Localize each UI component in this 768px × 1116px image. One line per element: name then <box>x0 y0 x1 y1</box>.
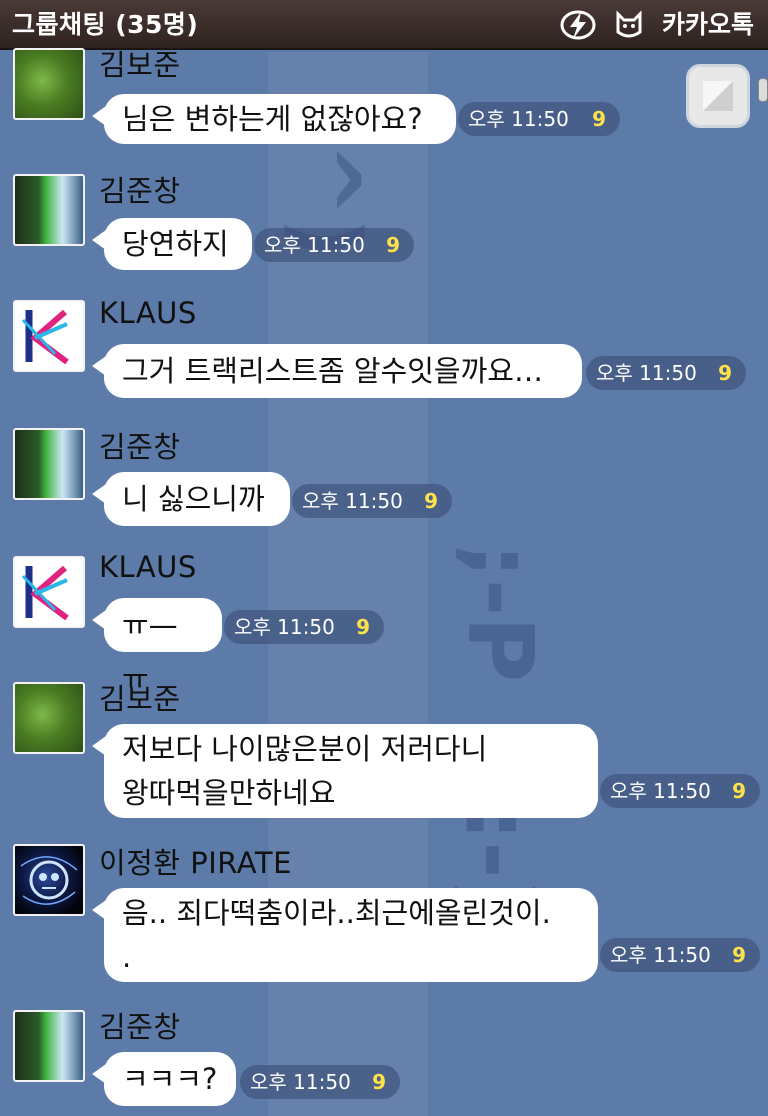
avatar[interactable] <box>13 428 85 500</box>
avatar[interactable] <box>13 174 85 246</box>
message-meta: 오후 11:50 9 <box>600 938 760 972</box>
message-time: 오후 11:50 <box>610 779 711 803</box>
avatar[interactable] <box>13 300 85 372</box>
message-meta: 오후 11:50 9 <box>586 356 746 390</box>
message-time: 오후 11:50 <box>610 943 711 967</box>
avatar[interactable] <box>13 682 85 754</box>
avatar[interactable] <box>13 48 85 120</box>
message-time: 오후 11:50 <box>302 489 403 513</box>
unread-count: 9 <box>424 489 438 513</box>
message-time: 오후 11:50 <box>468 107 569 131</box>
unread-count: 9 <box>372 1070 386 1094</box>
message-meta: 오후 11:50 9 <box>240 1065 400 1099</box>
message-bubble[interactable]: 음.. 죄다떡춤이라..최근에올린것이. . <box>92 888 598 982</box>
image-thumbnail-icon[interactable] <box>686 64 750 128</box>
message-meta: 오후 11:50 9 <box>292 484 452 518</box>
k-logo-icon <box>21 565 69 621</box>
unread-count: 9 <box>386 233 400 257</box>
sender-name: 김보준 <box>99 48 181 82</box>
message-time: 오후 11:50 <box>596 361 697 385</box>
app-name: 카카오톡 <box>661 10 754 39</box>
unread-count: 9 <box>356 615 370 639</box>
avatar[interactable] <box>13 556 85 628</box>
message-meta: 오후 11:50 9 <box>600 774 760 808</box>
pirate-skull-logo-icon <box>20 856 78 905</box>
avatar[interactable] <box>13 844 85 916</box>
unread-count: 9 <box>592 107 606 131</box>
message-bubble[interactable]: 저보다 나이많은분이 저러다니 왕따먹을만하네요 <box>92 724 598 818</box>
unread-count: 9 <box>732 779 746 803</box>
sender-name: 김준창 <box>99 430 181 464</box>
avatar[interactable] <box>13 1010 85 1082</box>
background-emoticon-decoration: ;-P <box>447 542 553 683</box>
unread-count: 9 <box>732 943 746 967</box>
message-bubble[interactable]: 님은 변하는게 없잖아요? <box>92 94 456 144</box>
sender-name: KLAUS <box>99 296 197 330</box>
message-bubble[interactable]: ㅋㅋㅋ? <box>92 1052 236 1106</box>
lightning-icon[interactable] <box>560 9 596 41</box>
message-bubble[interactable]: 당연하지 <box>92 218 252 270</box>
sender-name: 김준창 <box>99 1010 181 1044</box>
unread-count: 9 <box>718 361 732 385</box>
message-meta: 오후 11:50 9 <box>224 610 384 644</box>
message-meta: 오후 11:50 9 <box>458 102 620 136</box>
sender-name: 김준창 <box>99 174 181 208</box>
message-time: 오후 11:50 <box>234 615 335 639</box>
message-time: 오후 11:50 <box>250 1070 351 1094</box>
k-logo-icon <box>21 309 69 365</box>
kakao-character-icon <box>616 10 642 38</box>
sender-name: KLAUS <box>99 550 197 584</box>
scrollbar[interactable] <box>758 78 768 102</box>
message-bubble[interactable]: ㅠ—ㅠ <box>92 598 222 696</box>
sender-name: 이정환 PIRATE <box>99 846 292 880</box>
message-bubble[interactable]: 니 싫으니까 <box>92 472 290 526</box>
sender-name: 김보준 <box>99 682 181 716</box>
message-time: 오후 11:50 <box>264 233 365 257</box>
message-meta: 오후 11:50 9 <box>254 228 414 262</box>
message-bubble[interactable]: 그거 트랙리스트좀 알수잇을까요… <box>92 344 582 398</box>
